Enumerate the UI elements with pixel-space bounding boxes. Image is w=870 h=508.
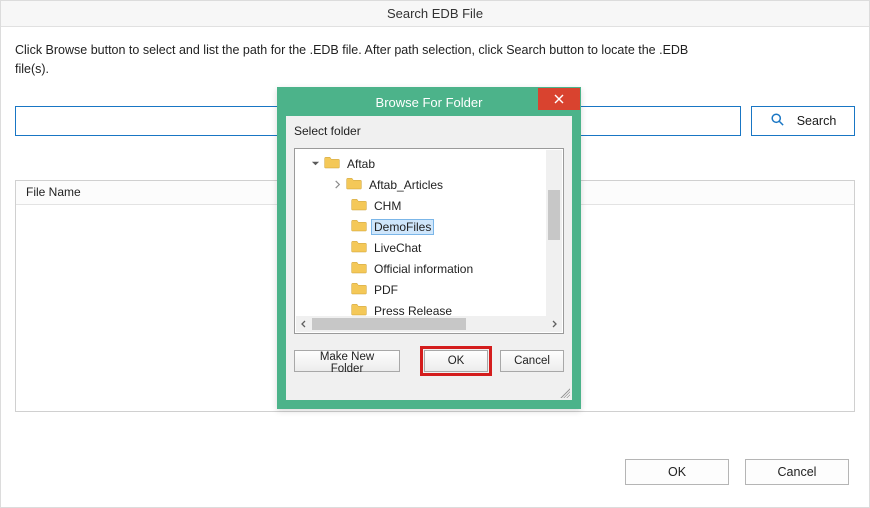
search-button[interactable]: Search: [751, 106, 855, 136]
tree-item-label: PDF: [371, 282, 401, 298]
tree-item[interactable]: PDF: [295, 279, 563, 300]
resize-grip-icon[interactable]: [558, 386, 570, 398]
scroll-thumb[interactable]: [312, 318, 466, 330]
tree-item[interactable]: Official information: [295, 258, 563, 279]
browse-folder-dialog: Browse For Folder Select folder: [277, 87, 581, 409]
tree-item[interactable]: DemoFiles: [295, 216, 563, 237]
tree-item-label: LiveChat: [371, 240, 424, 256]
dialog-ok-button[interactable]: OK: [424, 350, 488, 372]
tree-scrollbar-horizontal[interactable]: [296, 316, 562, 332]
folder-icon: [351, 281, 367, 298]
dialog-title: Browse For Folder: [376, 95, 483, 110]
tree-item-label: CHM: [371, 198, 404, 214]
instruction-text: Click Browse button to select and list t…: [15, 41, 715, 80]
tree-root[interactable]: Aftab: [295, 153, 563, 174]
tree-item-label: DemoFiles: [371, 219, 434, 235]
tree-item[interactable]: CHM: [295, 195, 563, 216]
tree-scrollbar-vertical[interactable]: [546, 150, 562, 316]
tree-item-label: Official information: [371, 261, 476, 277]
tree-item[interactable]: Aftab_Articles: [295, 174, 563, 195]
folder-icon: [351, 260, 367, 277]
folder-icon: [324, 155, 340, 172]
close-icon: [554, 92, 564, 107]
select-folder-label: Select folder: [294, 124, 564, 138]
folder-tree[interactable]: Aftab Aftab_Articles CHM DemoFiles LiveChat…: [294, 148, 564, 334]
expander-open-icon[interactable]: [311, 159, 320, 168]
dialog-title-bar: Browse For Folder: [278, 88, 580, 116]
search-button-label: Search: [797, 114, 837, 128]
tree-root-label: Aftab: [344, 156, 378, 172]
search-icon: [770, 112, 785, 130]
make-new-folder-button[interactable]: Make New Folder: [294, 350, 400, 372]
folder-icon: [351, 218, 367, 235]
tree-item-label: Aftab_Articles: [366, 177, 446, 193]
scroll-thumb[interactable]: [548, 190, 560, 240]
scroll-right-icon[interactable]: [546, 316, 562, 332]
folder-icon: [351, 239, 367, 256]
dialog-cancel-button[interactable]: Cancel: [500, 350, 564, 372]
expander-closed-icon[interactable]: [333, 180, 342, 189]
window-title: Search EDB File: [1, 1, 869, 27]
close-button[interactable]: [538, 88, 580, 110]
cancel-button[interactable]: Cancel: [745, 459, 849, 485]
folder-icon: [346, 176, 362, 193]
ok-button-highlight: OK: [420, 346, 492, 376]
ok-button[interactable]: OK: [625, 459, 729, 485]
folder-icon: [351, 197, 367, 214]
scroll-left-icon[interactable]: [296, 316, 312, 332]
tree-item[interactable]: LiveChat: [295, 237, 563, 258]
